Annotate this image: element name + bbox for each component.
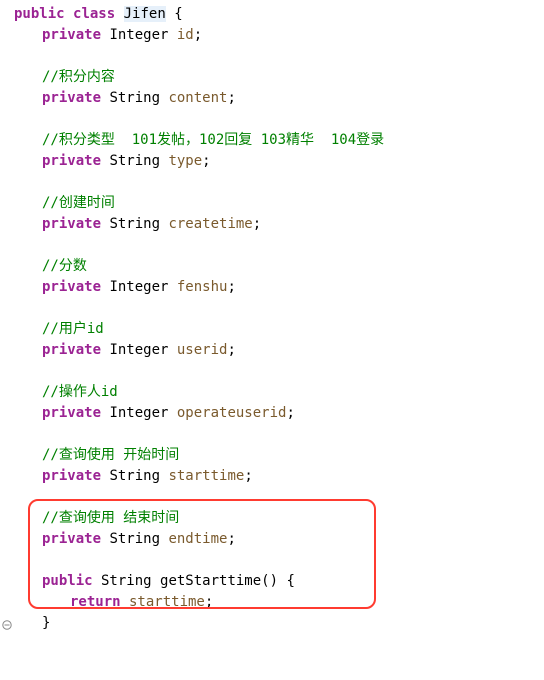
code-line: private String type;: [14, 151, 544, 172]
code-line: private Integer id;: [14, 25, 544, 46]
comment-line: //操作人id: [14, 382, 544, 403]
blank-line: [14, 424, 544, 445]
type: String: [101, 216, 168, 232]
keyword: public: [14, 6, 65, 22]
blank-line: [14, 235, 544, 256]
semi: ;: [205, 594, 213, 610]
code-line: private Integer operateuserid;: [14, 403, 544, 424]
code-line: public String getStarttime() {: [14, 571, 544, 592]
code-line: }: [14, 613, 544, 634]
keyword: private: [42, 405, 101, 421]
identifier: starttime: [168, 468, 244, 484]
blank-line: [14, 109, 544, 130]
comment-line: //用户id: [14, 319, 544, 340]
blank-line: [14, 298, 544, 319]
semi: ;: [194, 27, 202, 43]
brace: {: [166, 6, 183, 22]
comment: //查询使用 开始时间: [42, 447, 179, 463]
identifier: starttime: [121, 594, 205, 610]
comment-line: //查询使用 结束时间: [14, 508, 544, 529]
keyword: public: [42, 573, 93, 589]
comment: //分数: [42, 258, 87, 274]
keyword: private: [42, 27, 101, 43]
class-name: Jifen: [124, 6, 166, 22]
code-line: public class Jifen {: [14, 4, 544, 25]
comment: //创建时间: [42, 195, 115, 211]
type: String: [101, 90, 168, 106]
comment-line: //分数: [14, 256, 544, 277]
blank-line: [14, 46, 544, 67]
type: String: [101, 531, 168, 547]
code-line: private String createtime;: [14, 214, 544, 235]
semi: ;: [227, 531, 235, 547]
type: Integer: [101, 342, 177, 358]
code-line: private String content;: [14, 88, 544, 109]
keyword: private: [42, 342, 101, 358]
type: Integer: [101, 405, 177, 421]
comment: //操作人id: [42, 384, 118, 400]
comment: //用户id: [42, 321, 104, 337]
type: Integer: [101, 27, 177, 43]
code-line: return starttime;: [14, 592, 544, 613]
identifier: endtime: [168, 531, 227, 547]
collapse-icon[interactable]: [2, 620, 12, 630]
keyword: private: [42, 90, 101, 106]
type: String: [101, 153, 168, 169]
comment-line: //积分内容: [14, 67, 544, 88]
comment-line: //查询使用 开始时间: [14, 445, 544, 466]
keyword: private: [42, 468, 101, 484]
comment: //积分类型 101发帖，102回复 103精华 104登录: [42, 132, 384, 148]
keyword: private: [42, 216, 101, 232]
comment-line: //创建时间: [14, 193, 544, 214]
code-editor: public class Jifen { private Integer id;…: [0, 0, 544, 638]
identifier: operateuserid: [177, 405, 287, 421]
type: Integer: [101, 279, 177, 295]
semi: ;: [244, 468, 252, 484]
keyword: private: [42, 531, 101, 547]
comment-line: //积分类型 101发帖，102回复 103精华 104登录: [14, 130, 544, 151]
keyword: class: [73, 6, 115, 22]
semi: ;: [227, 342, 235, 358]
semi: ;: [253, 216, 261, 232]
blank-line: [14, 487, 544, 508]
code-line: private String starttime;: [14, 466, 544, 487]
blank-line: [14, 172, 544, 193]
semi: ;: [227, 279, 235, 295]
code-line: private Integer userid;: [14, 340, 544, 361]
identifier: createtime: [168, 216, 252, 232]
comment: //积分内容: [42, 69, 115, 85]
keyword: private: [42, 279, 101, 295]
semi: ;: [202, 153, 210, 169]
semi: ;: [286, 405, 294, 421]
type: String: [101, 468, 168, 484]
comment: //查询使用 结束时间: [42, 510, 179, 526]
identifier: content: [168, 90, 227, 106]
code-line: private Integer fenshu;: [14, 277, 544, 298]
code-line: private String endtime;: [14, 529, 544, 550]
identifier: id: [177, 27, 194, 43]
method-sig: getStarttime() {: [160, 573, 295, 589]
identifier: fenshu: [177, 279, 228, 295]
semi: ;: [227, 90, 235, 106]
brace: }: [42, 615, 50, 631]
keyword: return: [70, 594, 121, 610]
blank-line: [14, 361, 544, 382]
blank-line: [14, 550, 544, 571]
keyword: private: [42, 153, 101, 169]
identifier: userid: [177, 342, 228, 358]
type: String: [93, 573, 160, 589]
identifier: type: [168, 153, 202, 169]
